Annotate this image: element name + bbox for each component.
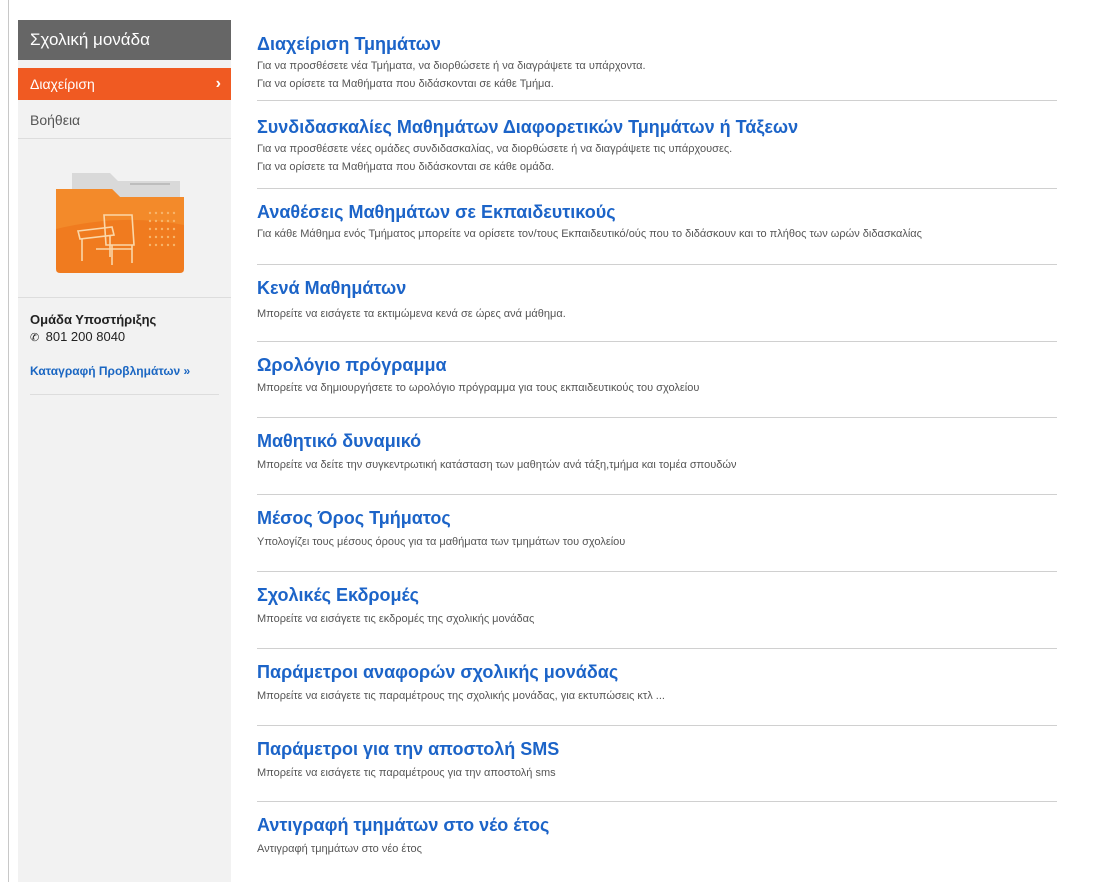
sidebar-item-management[interactable]: Διαχείριση › [18, 68, 231, 100]
item-description: Αντιγραφή τμημάτων στο νέο έτος [257, 843, 422, 855]
list-item: Μέσος Όρος Τμήματος Υπολογίζει τους μέσο… [257, 495, 1057, 572]
item-description: Για να ορίσετε τα Μαθήματα που διδάσκοντ… [257, 78, 554, 90]
item-title-link[interactable]: Ωρολόγιο πρόγραμμα [257, 342, 1057, 376]
support-title: Ομάδα Υποστήριξης [30, 312, 157, 327]
list-item: Παράμετροι για την αποστολή SMS Μπορείτε… [257, 726, 1057, 802]
item-description: Μπορείτε να εισάγετε τις παραμέτρους για… [257, 767, 556, 779]
item-description: Μπορείτε να δείτε την συγκεντρωτική κατά… [257, 459, 737, 471]
item-title-link[interactable]: Αναθέσεις Μαθημάτων σε Εκπαιδευτικούς [257, 189, 1057, 223]
list-item: Αντιγραφή τμημάτων στο νέο έτος Αντιγραφ… [257, 802, 1057, 858]
list-item: Ωρολόγιο πρόγραμμα Μπορείτε να δημιουργή… [257, 342, 1057, 418]
sidebar: Σχολική μονάδα Διαχείριση › Βοήθεια Ομάδ… [18, 20, 231, 882]
item-title-link[interactable]: Σχολικές Εκδρομές [257, 572, 1057, 606]
list-item: Διαχείριση Τμημάτων Για να προσθέσετε νέ… [257, 24, 1057, 101]
list-item: Συνδιδασκαλίες Μαθημάτων Διαφορετικών Τμ… [257, 101, 1057, 189]
item-description: Μπορείτε να εισάγετε τα εκτιμώμενα κενά … [257, 308, 566, 320]
left-border-line [8, 0, 9, 882]
item-title-link[interactable]: Παράμετροι αναφορών σχολικής μονάδας [257, 649, 1057, 683]
item-description: Για να προσθέσετε νέες ομάδες συνδιδασκα… [257, 143, 733, 155]
main-content: Διαχείριση Τμημάτων Για να προσθέσετε νέ… [257, 24, 1057, 858]
sidebar-item-help[interactable]: Βοήθεια [18, 102, 231, 139]
item-description: Για να προσθέσετε νέα Τμήματα, να διορθώ… [257, 60, 646, 72]
item-description: Μπορείτε να δημιουργήσετε το ωρολόγιο πρ… [257, 382, 700, 394]
item-title-link[interactable]: Μέσος Όρος Τμήματος [257, 495, 1057, 529]
item-description: Μπορείτε να εισάγετε τις εκδρομές της σχ… [257, 613, 535, 625]
list-item: Σχολικές Εκδρομές Μπορείτε να εισάγετε τ… [257, 572, 1057, 649]
item-description: Για κάθε Μάθημα ενός Τμήματος μπορείτε ν… [257, 228, 922, 240]
item-title-link[interactable]: Κενά Μαθημάτων [257, 265, 1057, 299]
report-problems-link[interactable]: Καταγραφή Προβλημάτων » [30, 364, 219, 395]
item-description: Υπολογίζει τους μέσους όρους για τα μαθή… [257, 536, 626, 548]
sidebar-header: Σχολική μονάδα [18, 20, 231, 60]
item-title-link[interactable]: Μαθητικό δυναμικό [257, 418, 1057, 452]
support-phone-number: 801 200 8040 [45, 329, 126, 344]
sidebar-item-label: Διαχείριση [30, 76, 95, 92]
phone-icon: ✆ [30, 332, 40, 344]
item-description: Μπορείτε να εισάγετε τις παραμέτρους της… [257, 690, 665, 702]
item-title-link[interactable]: Συνδιδασκαλίες Μαθημάτων Διαφορετικών Τμ… [257, 101, 1057, 138]
item-title-link[interactable]: Διαχείριση Τμημάτων [257, 24, 1057, 55]
support-phone: ✆ 801 200 8040 [30, 329, 219, 344]
item-title-link[interactable]: Παράμετροι για την αποστολή SMS [257, 726, 1057, 760]
list-item: Κενά Μαθημάτων Μπορείτε να εισάγετε τα ε… [257, 265, 1057, 342]
list-item: Παράμετροι αναφορών σχολικής μονάδας Μπο… [257, 649, 1057, 726]
list-item: Μαθητικό δυναμικό Μπορείτε να δείτε την … [257, 418, 1057, 495]
list-item: Αναθέσεις Μαθημάτων σε Εκπαιδευτικούς Γι… [257, 189, 1057, 265]
item-description: Για να ορίσετε τα Μαθήματα που διδάσκοντ… [257, 161, 555, 173]
support-panel: Ομάδα Υποστήριξης ✆ 801 200 8040 Καταγρα… [18, 298, 231, 395]
chevron-right-icon: › [215, 75, 221, 92]
folder-chair-icon [56, 173, 184, 273]
folder-illustration-panel [18, 139, 231, 298]
item-title-link[interactable]: Αντιγραφή τμημάτων στο νέο έτος [257, 802, 1057, 836]
